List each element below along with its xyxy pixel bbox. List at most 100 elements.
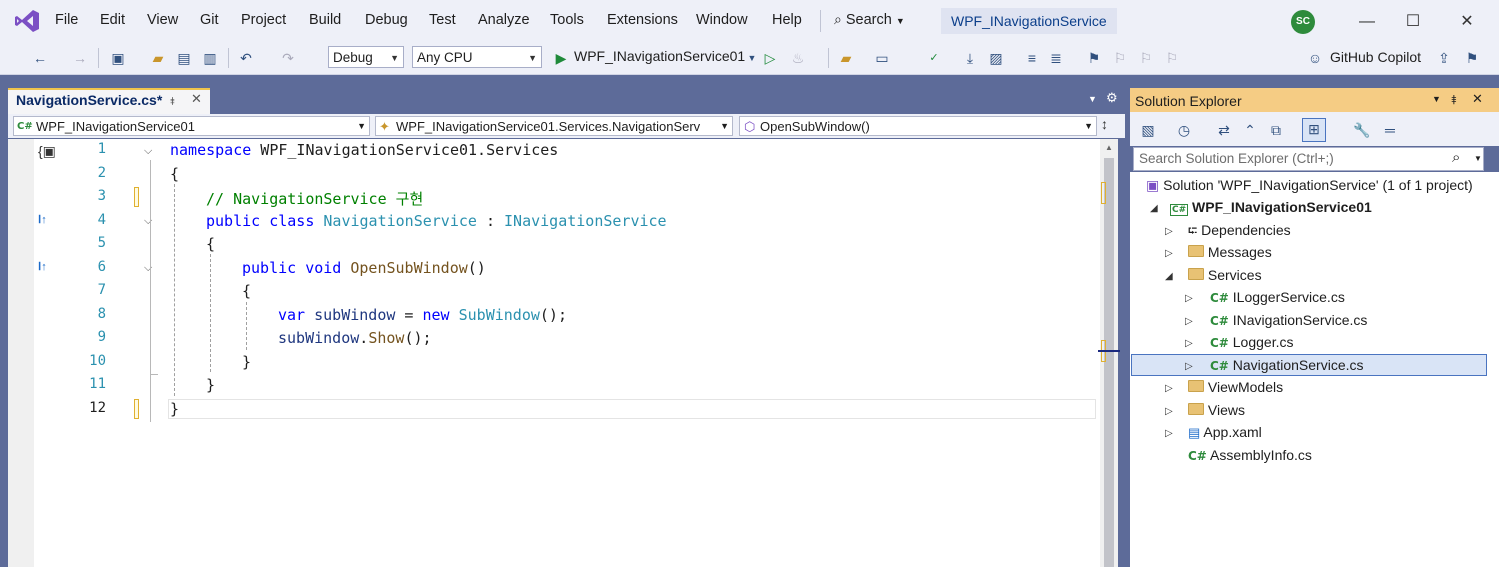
collapsed-arrow-icon[interactable]: ▷ [1165, 428, 1173, 439]
feedback-icon[interactable]: ⚑ [1462, 48, 1482, 68]
tree-item-project[interactable]: C# WPF_INavigationService01 [1170, 196, 1372, 218]
menu-debug[interactable]: Debug [365, 12, 408, 28]
expanded-arrow-icon[interactable]: ◢ [1165, 271, 1173, 282]
search-icon[interactable]: ⌕ [1452, 149, 1460, 166]
configuration-select[interactable]: Debug ▼ [328, 46, 404, 68]
project-dropdown[interactable]: C# WPF_INavigationService01 ▼ [13, 116, 370, 136]
chevron-down-icon[interactable]: ▼ [1432, 94, 1441, 104]
collapsed-arrow-icon[interactable]: ▷ [1185, 338, 1193, 349]
redo-icon[interactable]: ↷ [278, 48, 298, 68]
code-editor[interactable] [8, 139, 1100, 567]
save-all-icon[interactable]: ▥ [200, 48, 220, 68]
clear-bookmarks-icon[interactable]: ⚐ [1162, 48, 1182, 68]
pin-icon[interactable]: ⯒ [170, 93, 175, 112]
save-icon[interactable]: ▤ [174, 48, 194, 68]
implements-icon[interactable]: Ⅰ↑ [38, 213, 47, 226]
member-dropdown[interactable]: ⬡ OpenSubWindow() ▼ [739, 116, 1097, 136]
tree-item-app-xaml[interactable]: ▤ App.xaml [1188, 421, 1262, 443]
collapsed-arrow-icon[interactable]: ▷ [1165, 248, 1173, 259]
menu-view[interactable]: View [147, 12, 178, 28]
tree-item-navigationservice[interactable]: C# NavigationService.cs [1210, 354, 1364, 376]
chevron-down-icon[interactable]: ▼ [742, 48, 762, 68]
spell-check-icon[interactable]: ✓ [924, 48, 944, 68]
visual-studio-logo-icon[interactable] [14, 8, 40, 34]
track-active-icon[interactable]: ⊞ [1302, 118, 1326, 142]
class-dropdown[interactable]: ✦ WPF_INavigationService01.Services.Navi… [375, 116, 733, 136]
folder-icon [1188, 403, 1204, 415]
pin-icon[interactable]: ⯒ [1451, 91, 1457, 113]
collapsed-arrow-icon[interactable]: ▷ [1165, 226, 1173, 237]
properties-wrench-icon[interactable]: 🔧 [1352, 120, 1372, 140]
gear-icon[interactable]: ⚙ [1106, 90, 1118, 106]
expanded-arrow-icon[interactable]: ◢ [1150, 203, 1158, 214]
sync-icon[interactable]: ⇄ [1214, 120, 1234, 140]
menu-help[interactable]: Help [772, 12, 802, 28]
open-folder-icon[interactable]: ▰ [148, 48, 168, 68]
collapsed-arrow-icon[interactable]: ▷ [1185, 361, 1193, 372]
run-target-button[interactable]: WPF_INavigationService01 [574, 48, 745, 64]
close-tab-icon[interactable]: ✕ [191, 91, 202, 107]
menu-test[interactable]: Test [429, 12, 456, 28]
menu-project[interactable]: Project [241, 12, 286, 28]
menu-tools[interactable]: Tools [550, 12, 584, 28]
scroll-up-icon[interactable]: ▲ [1105, 143, 1113, 152]
bookmark-icon[interactable]: ⚑ [1084, 48, 1104, 68]
undo-icon[interactable]: ↶ [236, 48, 256, 68]
tree-item-logger[interactable]: C# Logger.cs [1210, 331, 1293, 353]
hot-reload-icon[interactable]: ♨ [788, 48, 808, 68]
breakpoints-icon[interactable]: ▨ [986, 48, 1006, 68]
start-without-debugging-icon[interactable]: ▷ [760, 48, 780, 68]
menu-git[interactable]: Git [200, 12, 219, 28]
back-icon[interactable]: ← [30, 48, 50, 68]
close-icon[interactable]: ✕ [1472, 91, 1483, 107]
tab-list-chevron-icon[interactable]: ▼ [1088, 94, 1097, 104]
tree-item-messages[interactable]: Messages [1188, 241, 1272, 263]
tree-item-dependencies[interactable]: ⮓ Dependencies [1188, 219, 1291, 241]
collapsed-arrow-icon[interactable]: ▷ [1185, 293, 1193, 304]
start-debugging-icon[interactable]: ▶ [551, 48, 571, 68]
tree-item-inavigationservice[interactable]: C# INavigationService.cs [1210, 309, 1367, 331]
search-button[interactable]: ⌕ Search ▼ [834, 11, 905, 28]
tree-item-views[interactable]: Views [1188, 399, 1245, 421]
next-bookmark-icon[interactable]: ⚐ [1136, 48, 1156, 68]
collapsed-arrow-icon[interactable]: ▷ [1165, 383, 1173, 394]
platform-select[interactable]: Any CPU ▼ [412, 46, 542, 68]
share-icon[interactable]: ⇪ [1434, 48, 1454, 68]
window-layout-icon[interactable]: ▭ [872, 48, 892, 68]
menu-analyze[interactable]: Analyze [478, 12, 530, 28]
preview-icon[interactable]: ═ [1380, 120, 1400, 140]
forward-icon[interactable]: → [70, 48, 90, 68]
show-all-files-icon[interactable]: ⧉ [1266, 120, 1286, 140]
collapsed-arrow-icon[interactable]: ▷ [1185, 316, 1193, 327]
maximize-button[interactable]: ☐ [1390, 8, 1436, 36]
prev-bookmark-icon[interactable]: ⚐ [1110, 48, 1130, 68]
tree-item-viewmodels[interactable]: ViewModels [1188, 376, 1283, 398]
tree-item-iloggerservice[interactable]: C# ILoggerService.cs [1210, 286, 1345, 308]
split-editor-icon[interactable]: ↕ [1101, 116, 1108, 132]
github-copilot-button[interactable]: GitHub Copilot [1330, 49, 1421, 65]
collapse-icon[interactable]: ⌵ [144, 145, 152, 158]
comment-lines-icon[interactable]: ≡ [1022, 48, 1042, 68]
new-item-icon[interactable]: ▣ [108, 48, 128, 68]
collapse-all-icon[interactable]: ⌃ [1240, 120, 1260, 140]
avatar[interactable]: SC [1291, 10, 1315, 34]
uncomment-lines-icon[interactable]: ≣ [1046, 48, 1066, 68]
tree-item-services[interactable]: Services [1188, 264, 1262, 286]
menu-build[interactable]: Build [309, 12, 341, 28]
close-button[interactable]: ✕ [1444, 8, 1490, 36]
pending-changes-icon[interactable]: ◷ [1174, 120, 1194, 140]
scrollbar-thumb[interactable] [1104, 158, 1114, 567]
tree-item-solution[interactable]: ▣ Solution 'WPF_INavigationService' (1 o… [1146, 174, 1473, 196]
menu-file[interactable]: File [55, 12, 78, 28]
collapsed-arrow-icon[interactable]: ▷ [1165, 406, 1173, 417]
step-into-icon[interactable]: ⤓ [960, 48, 980, 68]
folder-icon[interactable]: ▰ [836, 48, 856, 68]
implements-icon[interactable]: Ⅰ↑ [38, 260, 47, 273]
menu-extensions[interactable]: Extensions [607, 12, 678, 28]
minimize-button[interactable]: — [1344, 8, 1390, 36]
chevron-down-icon[interactable]: ▼ [1474, 154, 1482, 163]
menu-window[interactable]: Window [696, 12, 748, 28]
tree-item-assemblyinfo[interactable]: C# AssemblyInfo.cs [1188, 444, 1312, 466]
menu-edit[interactable]: Edit [100, 12, 125, 28]
switch-views-icon[interactable]: ▧ [1138, 120, 1158, 140]
